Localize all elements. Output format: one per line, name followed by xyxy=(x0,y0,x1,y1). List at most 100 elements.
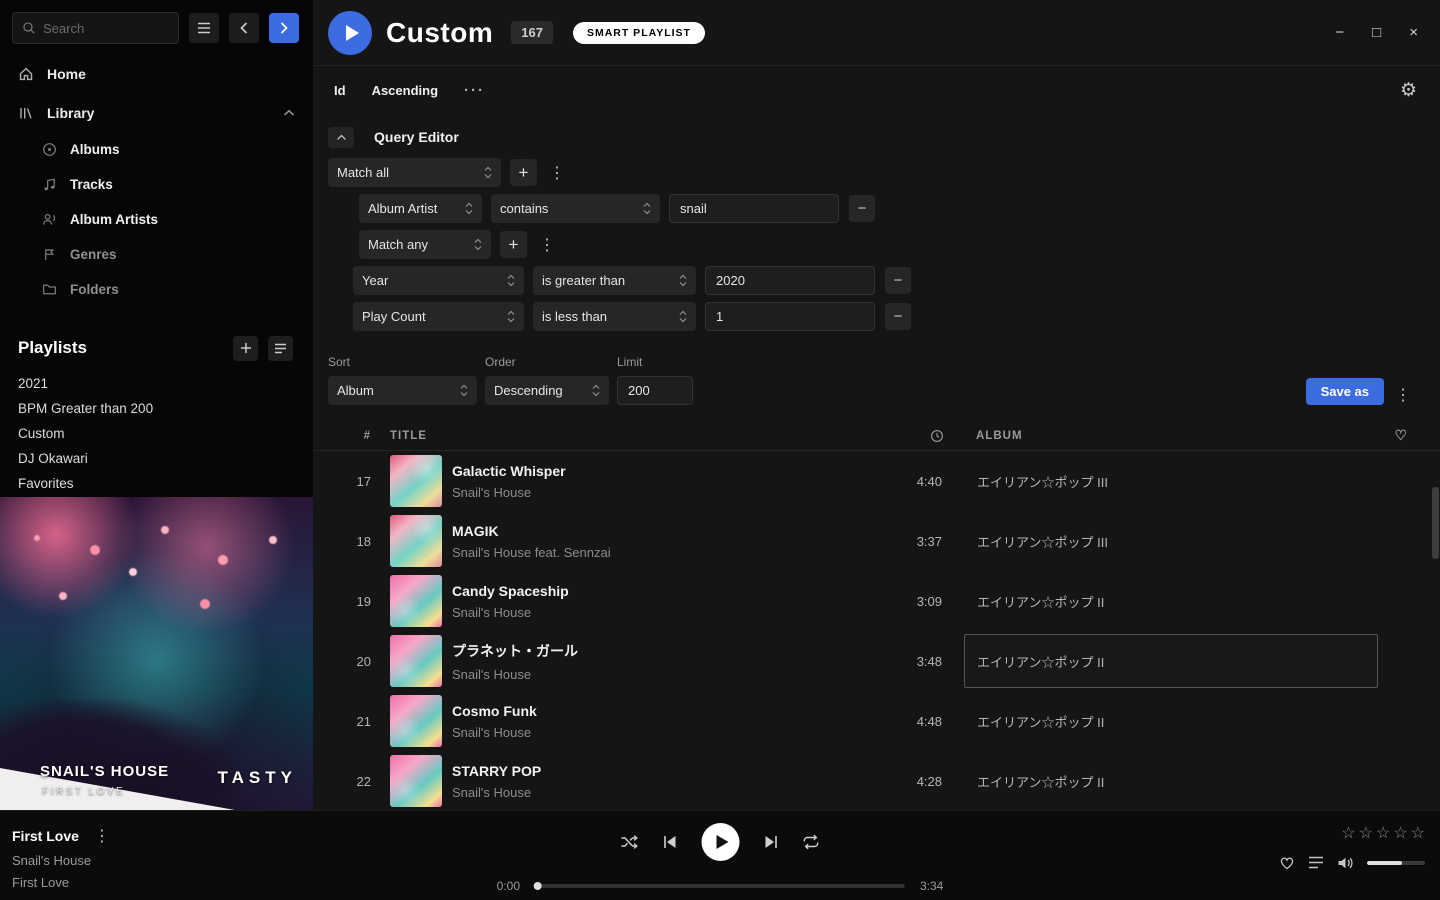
column-album[interactable]: ALBUM ♡ xyxy=(976,427,1440,444)
sidebar-item-library[interactable]: Library xyxy=(0,93,313,132)
limit-input[interactable] xyxy=(617,376,693,405)
rule-value-input[interactable] xyxy=(705,302,875,331)
seek-handle[interactable] xyxy=(534,882,542,890)
album-art-thumbnail[interactable] xyxy=(390,515,442,567)
scrollbar-thumb[interactable] xyxy=(1432,487,1439,559)
match-any-dropdown[interactable]: Match any xyxy=(359,230,491,259)
track-album-cell[interactable]: エイリアン☆ポップ II xyxy=(976,634,1440,688)
rule-field-dropdown[interactable]: Album Artist xyxy=(359,194,482,223)
sidebar-item-home[interactable]: Home xyxy=(0,54,313,93)
table-row[interactable]: 17 Galactic Whisper Snail's House 4:40 エ… xyxy=(313,451,1440,511)
playlist-item[interactable]: DJ Okawari xyxy=(0,446,313,471)
maximize-button[interactable]: □ xyxy=(1372,24,1381,41)
sort-field-button[interactable]: Id xyxy=(334,83,346,98)
settings-gear-icon[interactable]: ⚙ xyxy=(1400,81,1417,100)
more-options-button[interactable]: ··· xyxy=(464,82,485,99)
table-row[interactable]: 22 STARRY POP Snail's House 4:28 エイリアン☆ポ… xyxy=(313,751,1440,810)
column-duration[interactable] xyxy=(886,429,976,443)
sidebar-item-tracks[interactable]: Tracks xyxy=(0,167,313,202)
rule-value-input[interactable] xyxy=(669,194,839,223)
track-title-cell[interactable]: STARRY POP Snail's House xyxy=(442,763,886,800)
add-rule-button[interactable]: + xyxy=(510,159,537,186)
match-all-dropdown[interactable]: Match all xyxy=(328,158,501,187)
volume-icon[interactable] xyxy=(1337,856,1354,870)
order-dropdown[interactable]: Descending xyxy=(485,376,609,405)
search-input[interactable] xyxy=(43,21,169,36)
rule-operator-dropdown[interactable]: is less than xyxy=(533,302,696,331)
now-playing-options-icon[interactable]: ⋮ xyxy=(91,826,113,846)
table-row[interactable]: 20 プラネット・ガール Snail's House 3:48 エイリアン☆ポッ… xyxy=(313,631,1440,691)
sort-direction-button[interactable]: Ascending xyxy=(372,83,438,98)
playlist-play-button[interactable] xyxy=(328,11,372,55)
favorite-heart-icon[interactable] xyxy=(1279,855,1295,870)
column-title[interactable]: TITLE xyxy=(377,430,886,442)
star-icon[interactable]: ☆ xyxy=(1359,823,1373,843)
shuffle-icon[interactable] xyxy=(621,834,639,850)
sidebar-item-folders[interactable]: Folders xyxy=(0,272,313,307)
next-track-icon[interactable] xyxy=(764,835,779,849)
track-title-cell[interactable]: プラネット・ガール Snail's House xyxy=(442,641,886,682)
track-title-cell[interactable]: Candy Spaceship Snail's House xyxy=(442,583,886,620)
table-row[interactable]: 19 Candy Spaceship Snail's House 3:09 エイ… xyxy=(313,571,1440,631)
table-row[interactable]: 18 MAGIK Snail's House feat. Sennzai 3:3… xyxy=(313,511,1440,571)
album-art-thumbnail[interactable] xyxy=(390,455,442,507)
column-index[interactable]: # xyxy=(313,430,377,442)
search-box[interactable] xyxy=(12,12,179,44)
save-options-icon[interactable]: ⋮ xyxy=(1392,385,1414,405)
track-album-cell[interactable]: エイリアン☆ポップ III xyxy=(976,454,1440,508)
rule-operator-dropdown[interactable]: is greater than xyxy=(533,266,696,295)
nav-back-button[interactable] xyxy=(229,13,259,43)
queue-icon[interactable] xyxy=(1308,856,1324,869)
save-as-button[interactable]: Save as xyxy=(1306,378,1384,405)
menu-hamburger-button[interactable] xyxy=(189,13,219,43)
table-row[interactable]: 21 Cosmo Funk Snail's House 4:48 エイリアン☆ポ… xyxy=(313,691,1440,751)
rule-field-dropdown[interactable]: Play Count xyxy=(353,302,524,331)
now-playing-artwork[interactable]: SNAIL'S HOUSE FIRST LOVE TASTY xyxy=(0,497,313,810)
collapse-query-editor-button[interactable] xyxy=(328,127,354,148)
rule-operator-dropdown[interactable]: contains xyxy=(491,194,660,223)
sidebar-item-albums[interactable]: Albums xyxy=(0,132,313,167)
group-options-icon[interactable]: ⋮ xyxy=(546,163,568,183)
remove-rule-button[interactable]: − xyxy=(885,303,911,330)
add-playlist-button[interactable] xyxy=(233,336,258,361)
rule-value-input[interactable] xyxy=(705,266,875,295)
close-button[interactable]: × xyxy=(1409,24,1418,41)
group-options-icon[interactable]: ⋮ xyxy=(536,235,558,255)
remove-rule-button[interactable]: − xyxy=(885,267,911,294)
star-icon[interactable]: ☆ xyxy=(1376,823,1390,843)
track-album-cell[interactable]: エイリアン☆ポップ II xyxy=(976,574,1440,628)
star-icon[interactable]: ☆ xyxy=(1341,823,1355,843)
album-art-thumbnail[interactable] xyxy=(390,635,442,687)
playlist-item[interactable]: Custom xyxy=(0,421,313,446)
sidebar-item-album-artists[interactable]: Album Artists xyxy=(0,202,313,237)
rule-field-dropdown[interactable]: Year xyxy=(353,266,524,295)
playlist-options-button[interactable] xyxy=(268,336,293,361)
playlist-item[interactable]: Favorites xyxy=(0,471,313,496)
playlist-item[interactable]: 2021 xyxy=(0,371,313,396)
track-title-cell[interactable]: MAGIK Snail's House feat. Sennzai xyxy=(442,523,886,560)
sort-dropdown[interactable]: Album xyxy=(328,376,477,405)
album-art-thumbnail[interactable] xyxy=(390,575,442,627)
repeat-icon[interactable] xyxy=(803,834,820,850)
play-button[interactable] xyxy=(702,823,740,861)
star-icon[interactable]: ☆ xyxy=(1393,823,1407,843)
playlist-item[interactable]: BPM Greater than 200 xyxy=(0,396,313,421)
nav-forward-button[interactable] xyxy=(269,13,299,43)
album-art-thumbnail[interactable] xyxy=(390,755,442,807)
previous-track-icon[interactable] xyxy=(663,835,678,849)
seek-bar[interactable] xyxy=(535,884,905,888)
chevron-up-icon[interactable] xyxy=(283,109,295,117)
track-album-cell[interactable]: エイリアン☆ポップ III xyxy=(976,514,1440,568)
sidebar-item-genres[interactable]: Genres xyxy=(0,237,313,272)
star-icon[interactable]: ☆ xyxy=(1411,823,1425,843)
minimize-button[interactable]: − xyxy=(1335,24,1344,41)
remove-rule-button[interactable]: − xyxy=(849,195,875,222)
track-title-cell[interactable]: Galactic Whisper Snail's House xyxy=(442,463,886,500)
heart-column-icon[interactable]: ♡ xyxy=(1394,427,1408,444)
track-album-cell[interactable]: エイリアン☆ポップ II xyxy=(976,694,1440,748)
album-art-thumbnail[interactable] xyxy=(390,695,442,747)
add-rule-button[interactable]: + xyxy=(500,231,527,258)
volume-slider[interactable] xyxy=(1367,861,1425,865)
track-title-cell[interactable]: Cosmo Funk Snail's House xyxy=(442,703,886,740)
track-album-cell[interactable]: エイリアン☆ポップ II xyxy=(976,754,1440,808)
